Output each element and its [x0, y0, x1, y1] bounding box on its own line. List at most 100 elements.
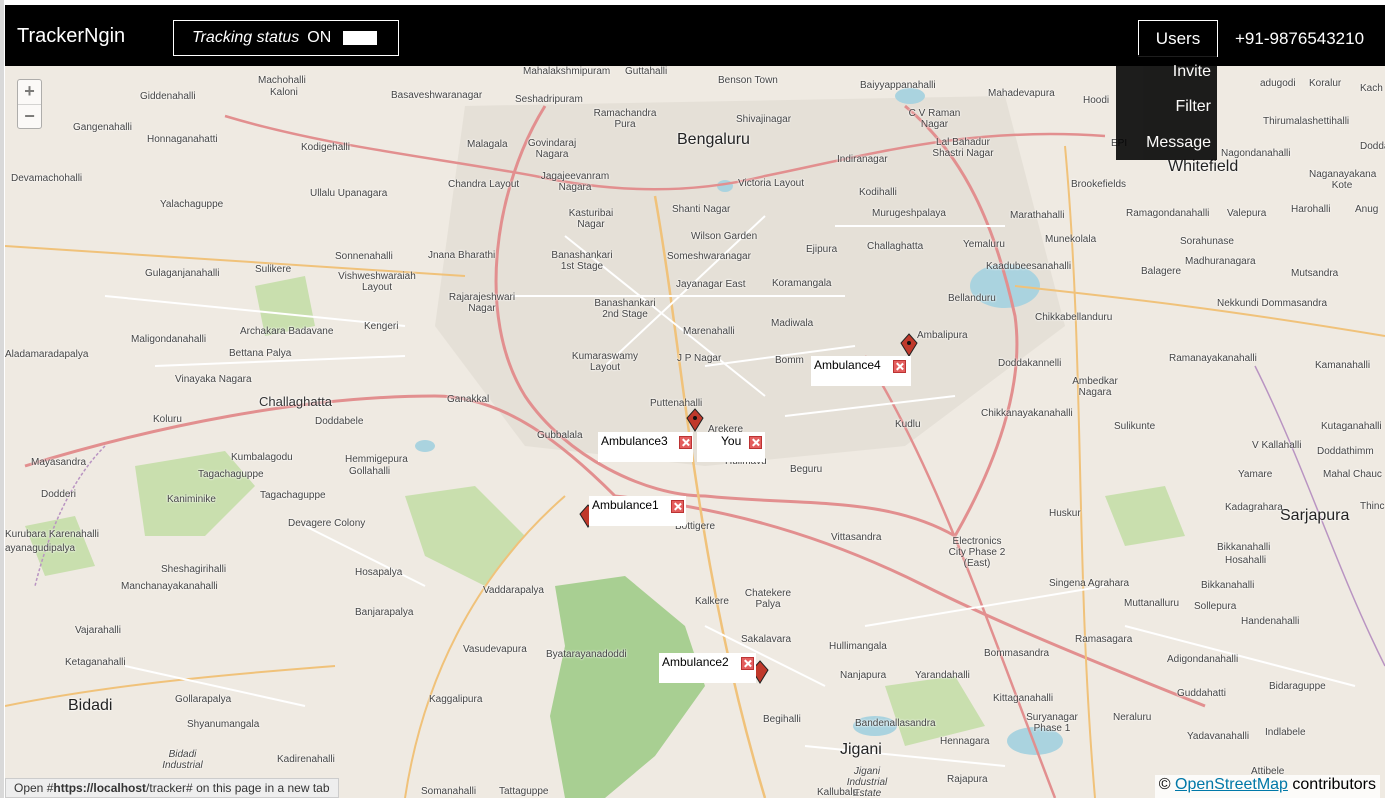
place-label: Kudlu — [895, 419, 921, 430]
place-label: Kittaganahalli — [993, 693, 1054, 704]
place-label: Shyanumangala — [187, 719, 260, 730]
status-url-path: /tracker# — [146, 781, 193, 795]
place-label: Bettana Palya — [229, 348, 292, 359]
place-label: Mahadevapura — [988, 88, 1055, 99]
place-label: Handenahalli — [1241, 616, 1300, 627]
tracking-status-value: ON — [307, 29, 332, 46]
attribution-prefix: © — [1158, 776, 1175, 793]
place-label: Chikkanayakanahalli — [981, 408, 1073, 419]
place-label: Kasturibai Nagar — [568, 208, 614, 230]
place-label: Jagajeevanram Nagara — [540, 171, 610, 193]
place-label: Kaadubeesanahalli — [986, 261, 1072, 272]
place-label: Maligondanahalli — [131, 334, 207, 345]
place-label: Basaveshwaranagar — [391, 90, 483, 101]
place-label: Kalkere — [695, 596, 729, 607]
place-label: Vinayaka Nagara — [175, 374, 252, 385]
place-label: Bikkanahalli — [1201, 580, 1255, 591]
osm-link[interactable]: OpenStreetMap — [1175, 776, 1288, 793]
place-label: Rajarajeshwari Nagar — [448, 292, 516, 314]
status-url-host: https://localhost — [53, 781, 147, 795]
zoom-out-button[interactable]: − — [18, 104, 41, 129]
place-label: Shanti Nagar — [672, 204, 731, 215]
marker-label: Ambulance4 — [814, 358, 881, 372]
marker-popup: Ambulance1 — [589, 496, 686, 526]
place-label: Kumaraswamy Layout — [571, 351, 639, 373]
place-label: Seshadripuram — [515, 94, 583, 105]
menu-item-message[interactable]: Message — [1146, 134, 1211, 152]
place-label: Kengeri — [364, 321, 399, 332]
tracking-status-label: Tracking status — [192, 29, 300, 46]
close-icon[interactable] — [893, 360, 906, 373]
toggle-switch[interactable] — [343, 31, 378, 45]
place-label: Sheshagirihalli — [161, 564, 227, 575]
place-label: Mayasandra — [31, 457, 87, 468]
place-label: Kadagrahara — [1225, 502, 1283, 513]
place-label: Electronics City Phase 2 (East) — [948, 536, 1006, 569]
place-label: Ambedkar Nagara — [1072, 376, 1118, 398]
menu-item-filter[interactable]: Filter — [1175, 98, 1211, 116]
place-label: Hennagara — [940, 736, 990, 747]
close-icon[interactable] — [671, 500, 684, 513]
place-label: Benson Town — [718, 75, 778, 86]
place-label: Ramachandra Pura — [593, 108, 657, 130]
place-label: Chandra Layout — [448, 179, 520, 190]
marker-popup: Ambulance4 — [811, 356, 911, 386]
marker-popup: You — [697, 432, 765, 462]
place-label: Dodderi — [41, 489, 77, 500]
place-label: Bidadi Industrial — [162, 749, 203, 771]
tracking-status-toggle[interactable]: Tracking status ON — [173, 20, 399, 56]
map-pin-icon[interactable] — [686, 408, 704, 432]
place-label: Bengaluru — [677, 131, 750, 148]
status-suffix: on this page in a new tab — [192, 781, 330, 795]
place-label: Suryanagar Phase 1 — [1026, 712, 1078, 734]
place-label: Whitefield — [1168, 158, 1239, 175]
place-label: Sonnenahalli — [335, 251, 393, 262]
place-label: Hemmigepura — [345, 454, 408, 465]
place-label: Nekkundi Dommasandra — [1217, 298, 1328, 309]
place-label: Marenahalli — [683, 326, 735, 337]
marker-label: Ambulance3 — [601, 434, 668, 448]
place-label: Gulaganjanahalli — [145, 268, 220, 279]
place-label: Sakalavara — [741, 634, 792, 645]
zoom-in-button[interactable]: + — [18, 80, 41, 104]
close-icon[interactable] — [741, 657, 754, 670]
place-label: Manchanayakanahalli — [121, 581, 218, 592]
place-label: Sulikunte — [1114, 421, 1156, 432]
place-label: Gubbalala — [537, 430, 583, 441]
place-label: Archakara Badavane — [240, 326, 334, 337]
place-label: Mahalakshmipuram — [523, 66, 611, 77]
menu-item-invite[interactable]: Invite — [1173, 63, 1211, 81]
place-label: Dodda — [1360, 141, 1385, 152]
place-label: Shivajinagar — [736, 114, 792, 125]
place-label: Brookefields — [1071, 179, 1127, 190]
place-label: Ambalipura — [917, 330, 968, 341]
users-button[interactable]: Users — [1138, 20, 1218, 57]
place-label: Madiwala — [771, 318, 814, 329]
place-label: Ullalu Upanagara — [310, 188, 388, 199]
place-label: Thinc — [1360, 501, 1385, 512]
close-icon[interactable] — [679, 436, 692, 449]
place-label: Banashankari 2nd Stage — [594, 298, 656, 320]
place-label: Madhuranagara — [1185, 256, 1256, 267]
place-label: Kaggalipura — [429, 694, 483, 705]
place-label: Sorahunase — [1180, 236, 1234, 247]
place-label: Sulikere — [255, 264, 292, 275]
close-icon[interactable] — [749, 436, 762, 449]
place-label: Sarjapura — [1280, 507, 1350, 524]
place-label: Jnana Bharathi — [428, 250, 496, 261]
brand-logo[interactable]: TrackerNgin — [17, 25, 125, 48]
map-canvas[interactable]: Bengaluru Whitefield Sarjapura Bidadi Ji… — [5, 66, 1385, 798]
place-label: Anug — [1355, 204, 1379, 215]
place-label: Vishweshwaraiah Layout — [338, 271, 416, 293]
place-label: Harohalli — [1291, 204, 1331, 215]
place-label: Devagere Colony — [288, 518, 366, 529]
place-label: Tagachaguppe — [198, 469, 264, 480]
place-label: Ramagondanahalli — [1126, 208, 1210, 219]
place-label: Doddabele — [315, 416, 364, 427]
place-label: Vajarahalli — [75, 625, 121, 636]
place-label: J P Nagar — [677, 353, 722, 364]
map-attribution: © OpenStreetMap contributors — [1154, 775, 1380, 798]
place-label: Yarandahalli — [915, 670, 970, 681]
place-label: Rajapura — [947, 774, 988, 785]
map-pin-icon[interactable] — [900, 333, 918, 357]
